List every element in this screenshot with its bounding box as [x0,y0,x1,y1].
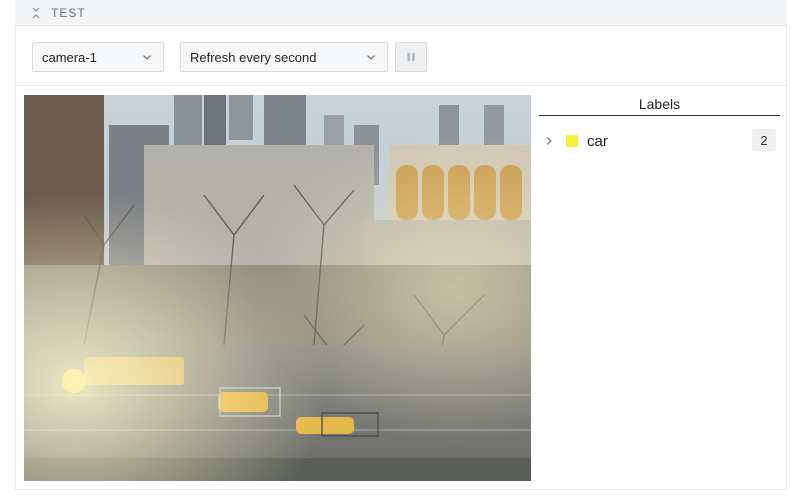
toolbar: camera-1 Refresh every second [15,26,787,86]
section-title: TEST [51,5,86,20]
refresh-select-value: Refresh every second [190,49,317,65]
label-color-swatch [566,135,578,147]
refresh-interval-select[interactable]: Refresh every second [180,42,388,72]
labels-title: Labels [539,96,780,116]
camera-select-value: camera-1 [42,49,97,65]
chevrons-collapse-icon[interactable] [29,6,43,20]
camera-select[interactable]: camera-1 [32,42,164,72]
label-count-badge: 2 [752,129,776,151]
main-panel: Labels car 2 [15,86,787,490]
labels-panel: Labels car 2 [539,96,780,153]
chevron-right-icon[interactable] [544,136,554,146]
section-header[interactable]: TEST [15,0,787,26]
label-name: car [587,132,608,150]
camera-image [24,95,531,481]
pause-button[interactable] [395,42,427,72]
label-row-car[interactable]: car 2 [539,129,780,153]
pause-icon [407,53,415,61]
chevron-down-icon [367,55,375,60]
camera-feed-image[interactable] [24,95,531,481]
chevron-down-icon [143,55,151,60]
